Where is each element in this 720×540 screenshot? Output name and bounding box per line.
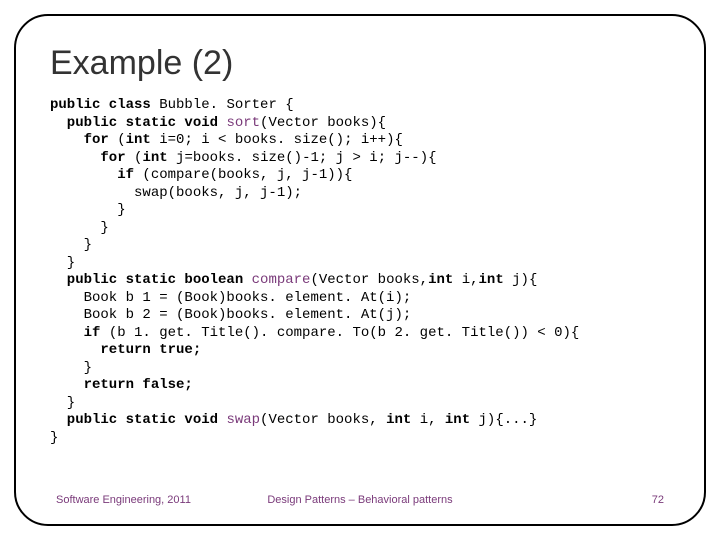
code-text: j){ — [504, 272, 538, 288]
kw: if — [50, 167, 134, 183]
kw: for — [50, 132, 109, 148]
code-text: } — [50, 360, 92, 376]
code-text: Book b 1 = (Book)books. element. At(i); — [50, 290, 411, 306]
kw: int — [126, 132, 151, 148]
code-text: j){...} — [470, 412, 537, 428]
code-text: (b 1. get. Title(). compare. To(b 2. get… — [100, 325, 579, 341]
kw: int — [386, 412, 411, 428]
code-text: } — [50, 395, 75, 411]
code-text: (Vector books){ — [260, 115, 386, 131]
page-number: 72 — [485, 494, 664, 506]
kw: for — [50, 150, 126, 166]
fn-name: sort — [226, 115, 260, 131]
kw: public class — [50, 97, 151, 113]
code-text: swap(books, j, j-1); — [50, 185, 302, 201]
footer: Software Engineering, 2011 Design Patter… — [50, 494, 670, 506]
slide-frame: Example (2) public class Bubble. Sorter … — [14, 14, 706, 526]
code-text: Bubble. Sorter { — [151, 97, 294, 113]
fn-name: compare — [252, 272, 311, 288]
kw: int — [445, 412, 470, 428]
kw: public static void — [50, 412, 226, 428]
code-text: i=0; i < books. size(); i++){ — [151, 132, 403, 148]
kw: int — [428, 272, 453, 288]
footer-center: Design Patterns – Behavioral patterns — [235, 494, 485, 506]
code-block: public class Bubble. Sorter { public sta… — [50, 97, 670, 494]
code-text: } — [50, 255, 75, 271]
kw: public static boolean — [50, 272, 252, 288]
code-text: i, — [411, 412, 445, 428]
fn-name: swap — [226, 412, 260, 428]
kw: public static void — [50, 115, 226, 131]
code-text: Book b 2 = (Book)books. element. At(j); — [50, 307, 411, 323]
code-text: (Vector books, — [310, 272, 428, 288]
code-text: } — [50, 202, 126, 218]
code-text: (Vector books, — [260, 412, 386, 428]
kw: if — [50, 325, 100, 341]
kw: int — [142, 150, 167, 166]
page-title: Example (2) — [50, 44, 670, 83]
kw: int — [479, 272, 504, 288]
code-text: ( — [126, 150, 143, 166]
kw: return false; — [50, 377, 193, 393]
code-text: (compare(books, j, j-1)){ — [134, 167, 352, 183]
code-text: j=books. size()-1; j > i; j--){ — [168, 150, 437, 166]
code-text: } — [50, 220, 109, 236]
code-text: ( — [109, 132, 126, 148]
code-text: } — [50, 430, 58, 446]
kw: return true; — [50, 342, 201, 358]
footer-left: Software Engineering, 2011 — [56, 494, 235, 506]
code-text: } — [50, 237, 92, 253]
code-text: i, — [453, 272, 478, 288]
